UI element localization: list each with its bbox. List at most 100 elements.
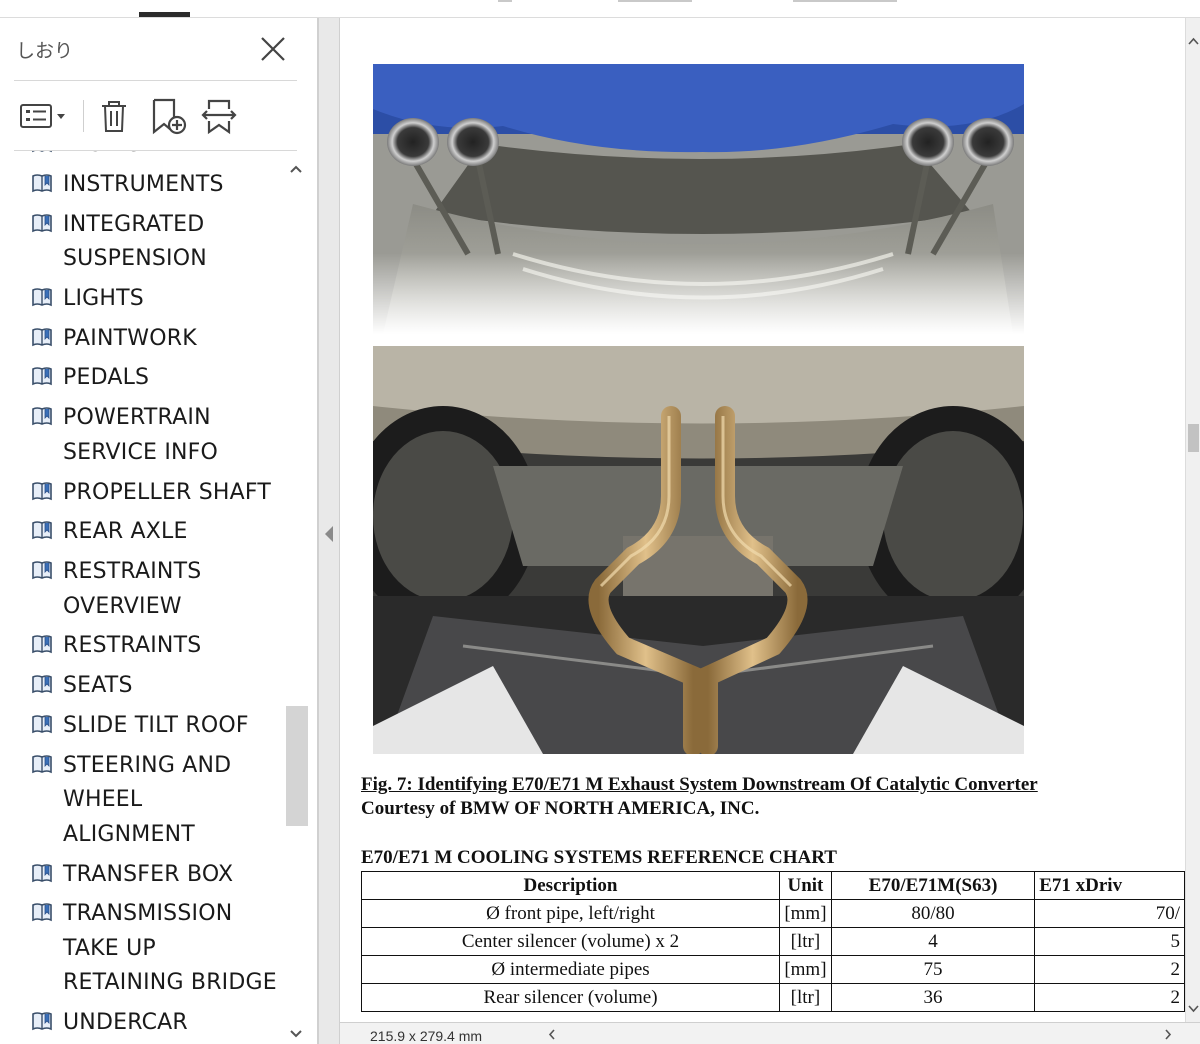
table-cell: Rear silencer (volume) <box>361 983 780 1012</box>
bookmark-icon <box>30 480 54 504</box>
bookmark-item[interactable]: STEERING AND WHEEL ALIGNMENT <box>0 749 284 853</box>
document-page: Fig. 7: Identifying E70/E71 M Exhaust Sy… <box>340 18 1185 1022</box>
bookmark-label: REAR AXLE <box>63 519 188 545</box>
bookmark-label: STEERING AND WHEEL ALIGNMENT <box>63 752 232 847</box>
bookmark-item[interactable]: RESTRAINTS <box>0 629 284 664</box>
bookmark-label: POWERTRAIN SERVICE INFO <box>63 405 219 465</box>
bookmark-icon <box>30 326 54 350</box>
exhaust-underbody-photo <box>373 346 1024 754</box>
bookmark-item[interactable]: UNDERCAR <box>0 1006 284 1041</box>
bookmark-label: SLIDE TILT ROOF <box>63 713 249 739</box>
bookmark-item[interactable]: INTEGRATED SUSPENSION <box>0 208 284 277</box>
bookmark-label: TRANSFER BOX <box>63 861 234 887</box>
table-header: E70/E71M(S63) <box>830 871 1036 900</box>
bookmark-item[interactable]: POWERTRAIN SERVICE INFO <box>0 401 284 470</box>
scroll-right-icon[interactable] <box>1164 1029 1172 1040</box>
new-bookmark-button[interactable] <box>146 96 190 136</box>
bookmark-label: PEDALS <box>63 365 150 391</box>
table-cell: 75 <box>830 955 1036 984</box>
table-cell: 70/ <box>1034 899 1185 928</box>
bookmark-item[interactable]: TRANSFER BOX <box>0 858 284 893</box>
scroll-left-icon[interactable] <box>548 1029 556 1040</box>
table-cell: Center silencer (volume) x 2 <box>361 927 780 956</box>
active-tab-indicator[interactable] <box>139 12 190 17</box>
delete-bookmark-button[interactable] <box>94 96 134 136</box>
table-cell: 2 <box>1034 983 1185 1012</box>
bookmark-item[interactable]: INSTRUMENTS <box>0 168 284 203</box>
bookmark-icon <box>30 753 54 777</box>
trash-icon <box>102 101 126 132</box>
bookmark-icon <box>30 633 54 657</box>
bookmark-item[interactable]: FLUIDS <box>0 151 284 163</box>
table-cell: Ø front pipe, left/right <box>361 899 780 928</box>
scrollbar-thumb[interactable] <box>1188 424 1199 452</box>
bookmark-label: INTEGRATED SUSPENSION <box>63 211 207 272</box>
bookmark-item[interactable]: TRANSMISSION TAKE UP RETAINING BRIDGE <box>0 897 284 1001</box>
bookmark-label: PAINTWORK <box>63 325 197 351</box>
cooling-systems-table: Description Unit E70/E71M(S63) E71 xDriv… <box>361 871 1185 1012</box>
scroll-up-icon[interactable] <box>284 159 308 179</box>
bookmark-label: FLUIDS <box>63 151 142 163</box>
bookmark-item[interactable]: RESTRAINTS OVERVIEW <box>0 555 284 624</box>
scroll-up-icon[interactable] <box>1188 36 1199 46</box>
scroll-down-icon[interactable] <box>1188 1004 1199 1014</box>
bookmark-list: FLUIDS INSTRUMENTS INTEGRATED SUSPENSION LI… <box>0 151 284 1044</box>
exhaust-rear-photo <box>373 64 1024 334</box>
bookmark-label: SEATS <box>63 673 133 699</box>
bookmark-icon <box>30 901 54 925</box>
bookmark-icon <box>30 713 54 737</box>
bookmark-item[interactable]: LIGHTS <box>0 282 284 317</box>
reference-chart-title: E70/E71 M COOLING SYSTEMS REFERENCE CHAR… <box>361 847 837 868</box>
table-row: Ø front pipe, left/right [mm] 80/80 70/ <box>361 899 1185 928</box>
bookmarks-panel: しおり FLUIDSINSTRU <box>0 18 318 1044</box>
table-cell: [ltr] <box>779 927 832 956</box>
bookmark-icon <box>30 519 54 543</box>
divider <box>83 100 84 132</box>
bookmark-item[interactable]: PEDALS <box>0 361 284 396</box>
bookmark-item[interactable]: PAINTWORK <box>0 322 284 357</box>
bookmark-label: UNDERCAR <box>63 1010 188 1036</box>
table-cell: [ltr] <box>779 983 832 1012</box>
table-cell: [mm] <box>779 955 832 984</box>
document-scrollbar[interactable] <box>1185 18 1200 1022</box>
bookmark-label: LIGHTS <box>63 285 144 311</box>
table-cell: 80/80 <box>830 899 1036 928</box>
scroll-down-icon[interactable] <box>284 1024 308 1044</box>
scrollbar-thumb[interactable] <box>286 706 308 826</box>
bookmark-icon <box>30 1010 54 1034</box>
bookmark-scrollbar[interactable] <box>284 151 308 1044</box>
bookmark-icon <box>30 559 54 583</box>
bookmark-item[interactable]: SEATS <box>0 669 284 704</box>
figure-courtesy: Courtesy of BMW OF NORTH AMERICA, INC. <box>361 798 760 819</box>
bookmark-icon <box>30 673 54 697</box>
bookmark-icon <box>30 365 54 389</box>
bookmark-item[interactable]: PROPELLER SHAFT <box>0 476 284 511</box>
close-icon[interactable] <box>258 34 288 64</box>
expand-bookmark-button[interactable] <box>198 96 244 136</box>
table-cell: 2 <box>1034 955 1185 984</box>
toolbar-fragment <box>793 0 897 2</box>
table-cell: 36 <box>830 983 1036 1012</box>
table-header: Unit <box>779 871 832 900</box>
panel-splitter[interactable] <box>318 18 340 1044</box>
table-header-row: Description Unit E70/E71M(S63) E71 xDriv <box>361 871 1185 900</box>
collapse-panel-icon[interactable] <box>323 524 335 544</box>
add-bookmark-icon <box>152 98 187 135</box>
table-header: Description <box>361 871 780 900</box>
toolbar-fragment <box>498 0 512 2</box>
bookmark-item[interactable]: SLIDE TILT ROOF <box>0 709 284 744</box>
page-size-readout: 215.9 x 279.4 mm <box>370 1028 483 1044</box>
bookmark-icon <box>30 212 54 236</box>
table-header: E71 xDriv <box>1034 871 1185 900</box>
horizontal-scrollbar[interactable] <box>536 1026 1176 1042</box>
bookmark-options-button[interactable] <box>16 96 70 136</box>
bookmark-label: INSTRUMENTS <box>63 171 224 197</box>
bookmark-icon <box>30 151 54 156</box>
bookmark-label: RESTRAINTS OVERVIEW <box>63 559 202 619</box>
top-toolbar <box>0 0 1200 18</box>
divider <box>14 80 297 81</box>
bookmark-item[interactable]: REAR AXLE <box>0 515 284 550</box>
table-cell: [mm] <box>779 899 832 928</box>
bookmark-label: PROPELLER SHAFT <box>63 479 271 505</box>
list-options-icon <box>20 104 65 128</box>
